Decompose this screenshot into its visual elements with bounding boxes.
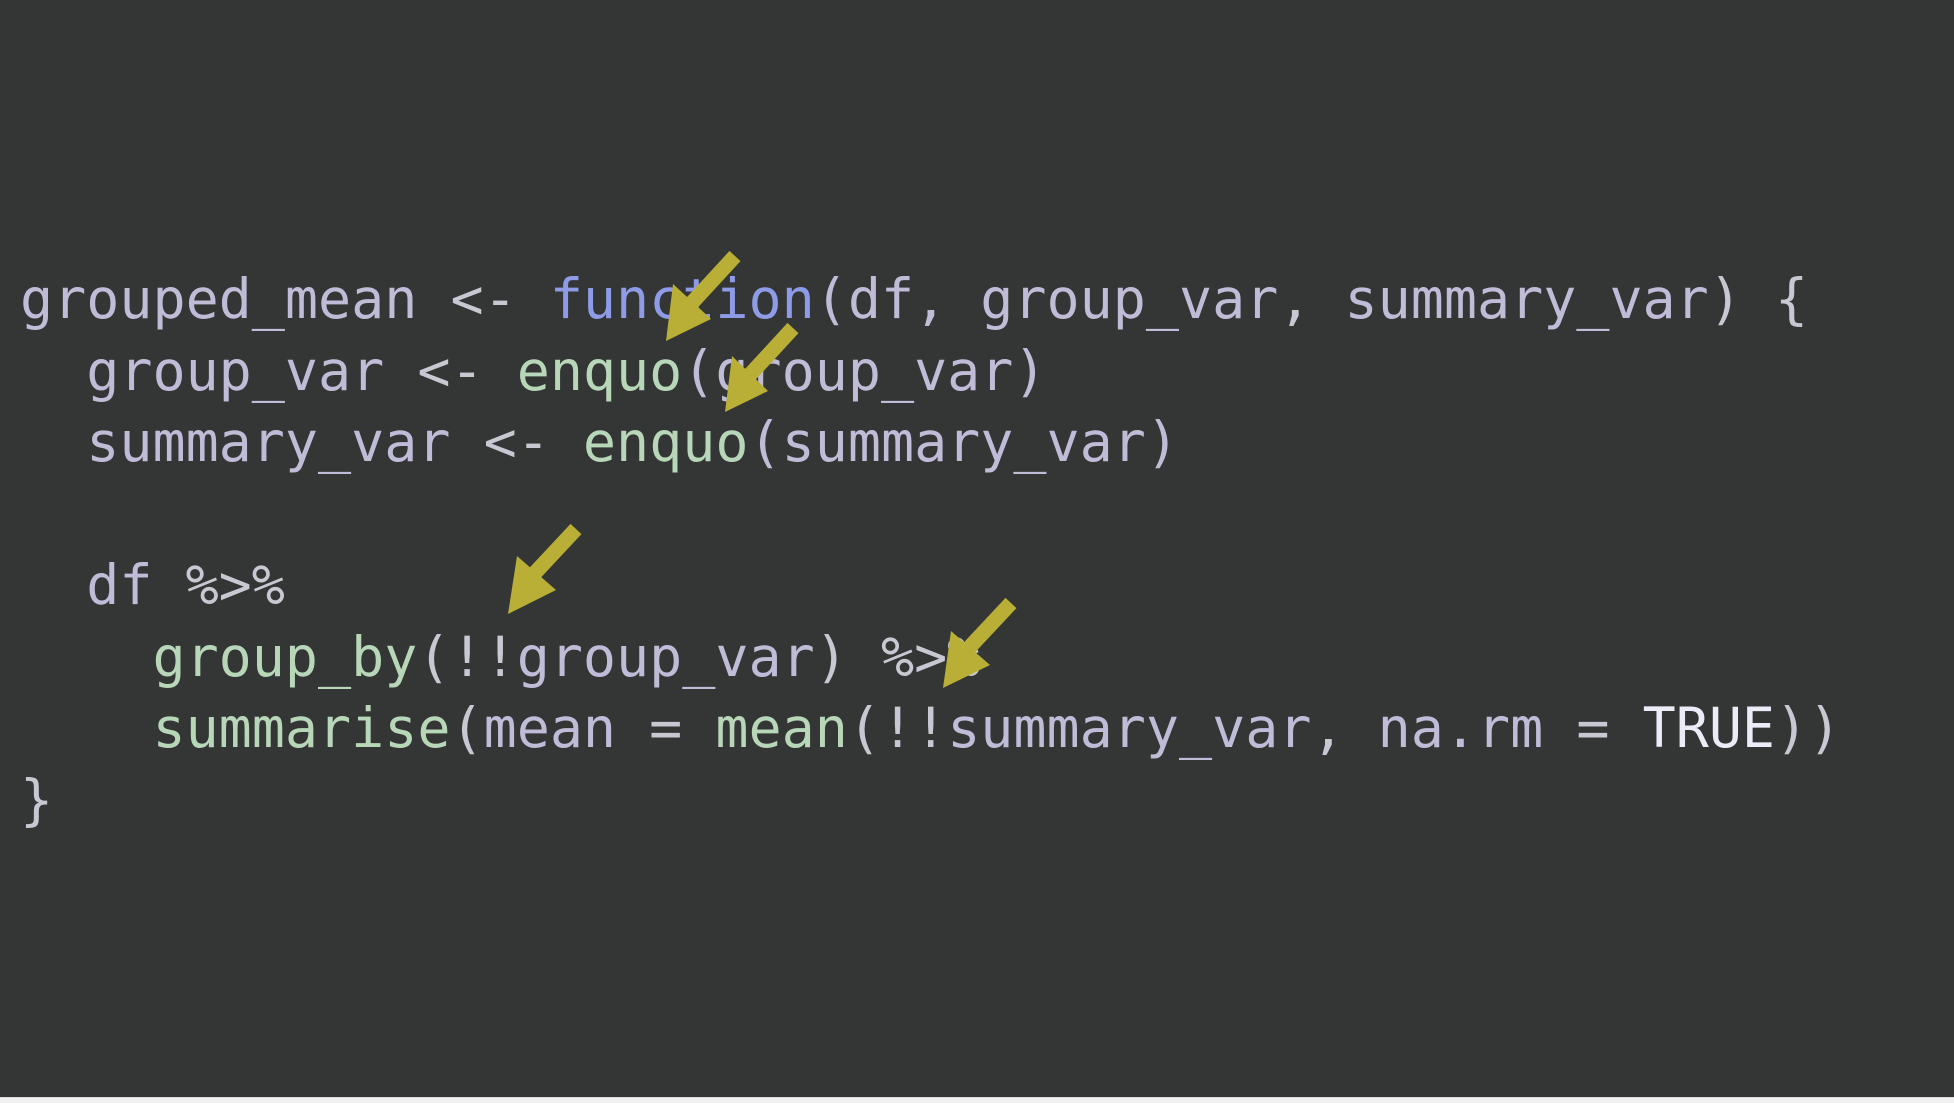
code-token: <- <box>450 410 583 474</box>
code-token: } <box>20 767 54 832</box>
code-token: function <box>549 267 815 331</box>
code-token: ( <box>450 696 484 760</box>
code-token: )) <box>1775 696 1842 760</box>
code-token: <- <box>384 338 517 403</box>
code-token: %>% <box>152 553 285 617</box>
code-token: (!! <box>417 624 517 689</box>
code-line: } <box>20 765 1841 837</box>
code-token: = <box>1543 696 1643 760</box>
code-token: mean <box>483 696 617 760</box>
code-line: grouped_mean <- function(df, group_var, … <box>20 264 1841 336</box>
code-slide: grouped_mean <- function(df, group_var, … <box>0 0 1954 1097</box>
code-token: = <box>616 696 716 760</box>
code-line: group_by(!!group_var) %>% <box>20 622 1841 694</box>
code-line: group_var <- enquo(group_var) <box>20 336 1841 408</box>
code-token: enquo <box>582 410 749 474</box>
code-token: df <box>20 553 153 617</box>
code-token: summarise <box>20 696 451 760</box>
code-line: summary_var <- enquo(summary_var) <box>20 407 1841 479</box>
code-token: , <box>1278 267 1345 331</box>
code-token: (summary_var) <box>748 410 1179 474</box>
code-line: df %>% <box>20 550 1841 622</box>
code-token: (group_var) <box>682 338 1047 403</box>
code-token: (df, <box>814 267 981 331</box>
code-token: <- <box>417 267 550 331</box>
code-token: group_var <box>20 338 385 403</box>
code-line: summarise(mean = mean(!!summary_var, na.… <box>20 693 1841 765</box>
code-token: na.rm <box>1377 696 1544 760</box>
code-token: summary_var <box>20 410 451 474</box>
code-token: group_var <box>980 267 1279 331</box>
code-token: summary_var <box>947 696 1312 760</box>
code-token: group_var <box>516 624 815 689</box>
page-bottom-border <box>0 1097 1954 1103</box>
code-token: grouped_mean <box>20 267 418 331</box>
code-block: grouped_mean <- function(df, group_var, … <box>20 264 1841 836</box>
code-token: summary_var <box>1344 267 1709 331</box>
code-token: %>% <box>847 624 981 689</box>
code-token: ) <box>814 624 848 689</box>
code-token: (!! <box>847 696 948 760</box>
code-token: , <box>1311 696 1378 760</box>
code-token: enquo <box>516 338 683 403</box>
code-token: TRUE <box>1642 696 1776 760</box>
code-token: group_by <box>20 624 418 689</box>
code-token: mean <box>715 696 848 760</box>
code-token: ) { <box>1708 267 1809 331</box>
